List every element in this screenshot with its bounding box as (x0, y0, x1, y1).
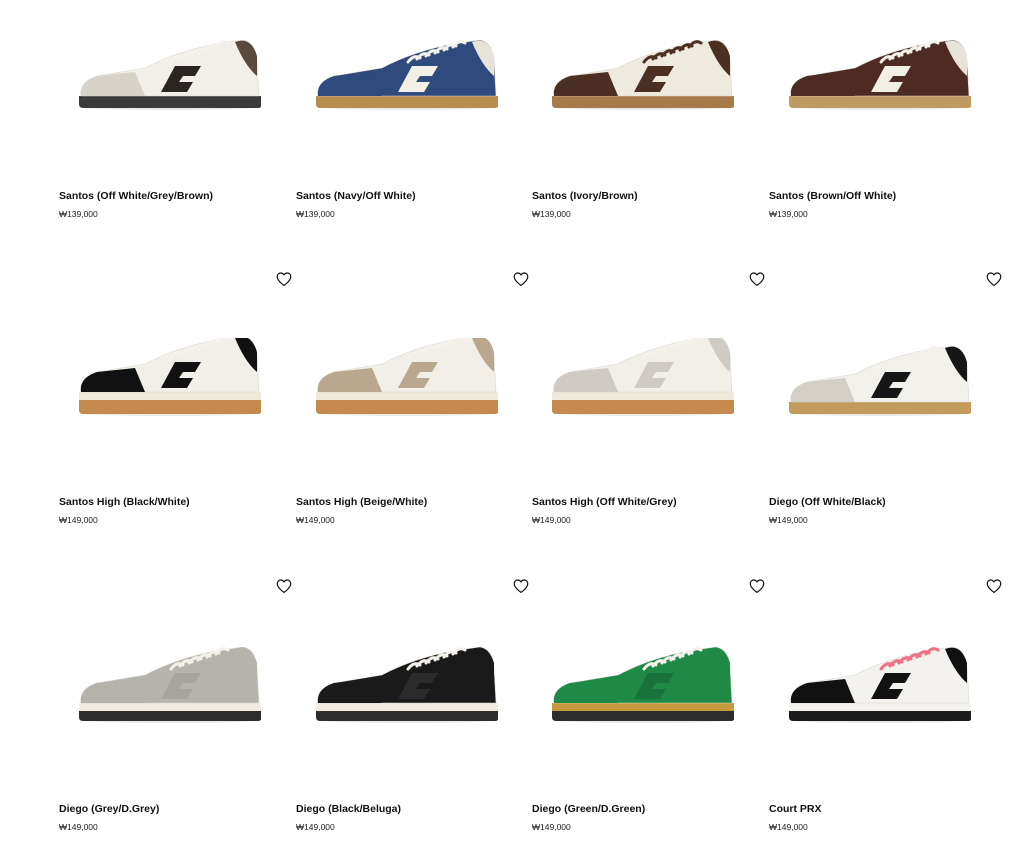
product-card[interactable]: Diego (Green/D.Green) ₩149,000 (532, 579, 768, 863)
product-image[interactable] (59, 613, 295, 793)
product-card[interactable]: Santos High (Beige/White) ₩149,000 (296, 272, 532, 556)
product-image[interactable] (532, 613, 768, 793)
product-name[interactable]: Santos High (Beige/White) (296, 496, 427, 508)
product-image[interactable] (532, 0, 768, 180)
product-card[interactable]: Santos High (Black/White) ₩149,000 (59, 272, 295, 556)
product-image[interactable] (769, 306, 1005, 486)
product-card[interactable]: Diego (Off White/Black) ₩149,000 (769, 272, 1005, 556)
product-card[interactable]: Santos High (Off White/Grey) ₩149,000 (532, 272, 768, 556)
product-name[interactable]: Santos High (Off White/Grey) (532, 496, 677, 508)
product-price: ₩139,000 (59, 209, 98, 219)
product-price: ₩149,000 (769, 515, 808, 525)
product-price: ₩149,000 (296, 822, 335, 832)
wishlist-heart-icon[interactable] (985, 270, 1005, 290)
product-image[interactable] (769, 0, 1005, 180)
product-image[interactable] (532, 306, 768, 486)
product-image[interactable] (296, 306, 532, 486)
product-card[interactable]: Court PRX ₩149,000 (769, 579, 1005, 863)
product-image[interactable] (296, 613, 532, 793)
product-price: ₩139,000 (532, 209, 571, 219)
product-price: ₩149,000 (769, 822, 808, 832)
product-price: ₩149,000 (532, 515, 571, 525)
product-image[interactable] (59, 306, 295, 486)
product-image[interactable] (296, 0, 532, 180)
product-image[interactable] (769, 613, 1005, 793)
product-price: ₩149,000 (59, 515, 98, 525)
product-name[interactable]: Santos (Navy/Off White) (296, 190, 416, 202)
product-price: ₩149,000 (532, 822, 571, 832)
wishlist-heart-icon[interactable] (275, 577, 295, 597)
product-name[interactable]: Santos (Off White/Grey/Brown) (59, 190, 213, 202)
product-card[interactable]: Santos (Ivory/Brown) ₩139,000 (532, 0, 768, 250)
product-price: ₩149,000 (296, 515, 335, 525)
wishlist-heart-icon[interactable] (512, 577, 532, 597)
product-card[interactable]: Diego (Black/Beluga) ₩149,000 (296, 579, 532, 863)
product-name[interactable]: Diego (Green/D.Green) (532, 803, 645, 815)
product-card[interactable]: Santos (Navy/Off White) ₩139,000 (296, 0, 532, 250)
product-name[interactable]: Diego (Black/Beluga) (296, 803, 401, 815)
wishlist-heart-icon[interactable] (512, 270, 532, 290)
product-name[interactable]: Santos High (Black/White) (59, 496, 190, 508)
wishlist-heart-icon[interactable] (748, 577, 768, 597)
product-image[interactable] (59, 0, 295, 180)
product-grid: Santos (Off White/Grey/Brown) ₩139,000 San… (0, 0, 1024, 839)
wishlist-heart-icon[interactable] (985, 577, 1005, 597)
product-price: ₩139,000 (296, 209, 335, 219)
product-name[interactable]: Diego (Grey/D.Grey) (59, 803, 159, 815)
product-name[interactable]: Santos (Brown/Off White) (769, 190, 896, 202)
product-card[interactable]: Diego (Grey/D.Grey) ₩149,000 (59, 579, 295, 863)
product-price: ₩149,000 (59, 822, 98, 832)
product-name[interactable]: Santos (Ivory/Brown) (532, 190, 638, 202)
product-card[interactable]: Santos (Brown/Off White) ₩139,000 (769, 0, 1005, 250)
product-price: ₩139,000 (769, 209, 808, 219)
product-card[interactable]: Santos (Off White/Grey/Brown) ₩139,000 (59, 0, 295, 250)
wishlist-heart-icon[interactable] (748, 270, 768, 290)
wishlist-heart-icon[interactable] (275, 270, 295, 290)
product-name[interactable]: Diego (Off White/Black) (769, 496, 886, 508)
product-name[interactable]: Court PRX (769, 803, 822, 815)
